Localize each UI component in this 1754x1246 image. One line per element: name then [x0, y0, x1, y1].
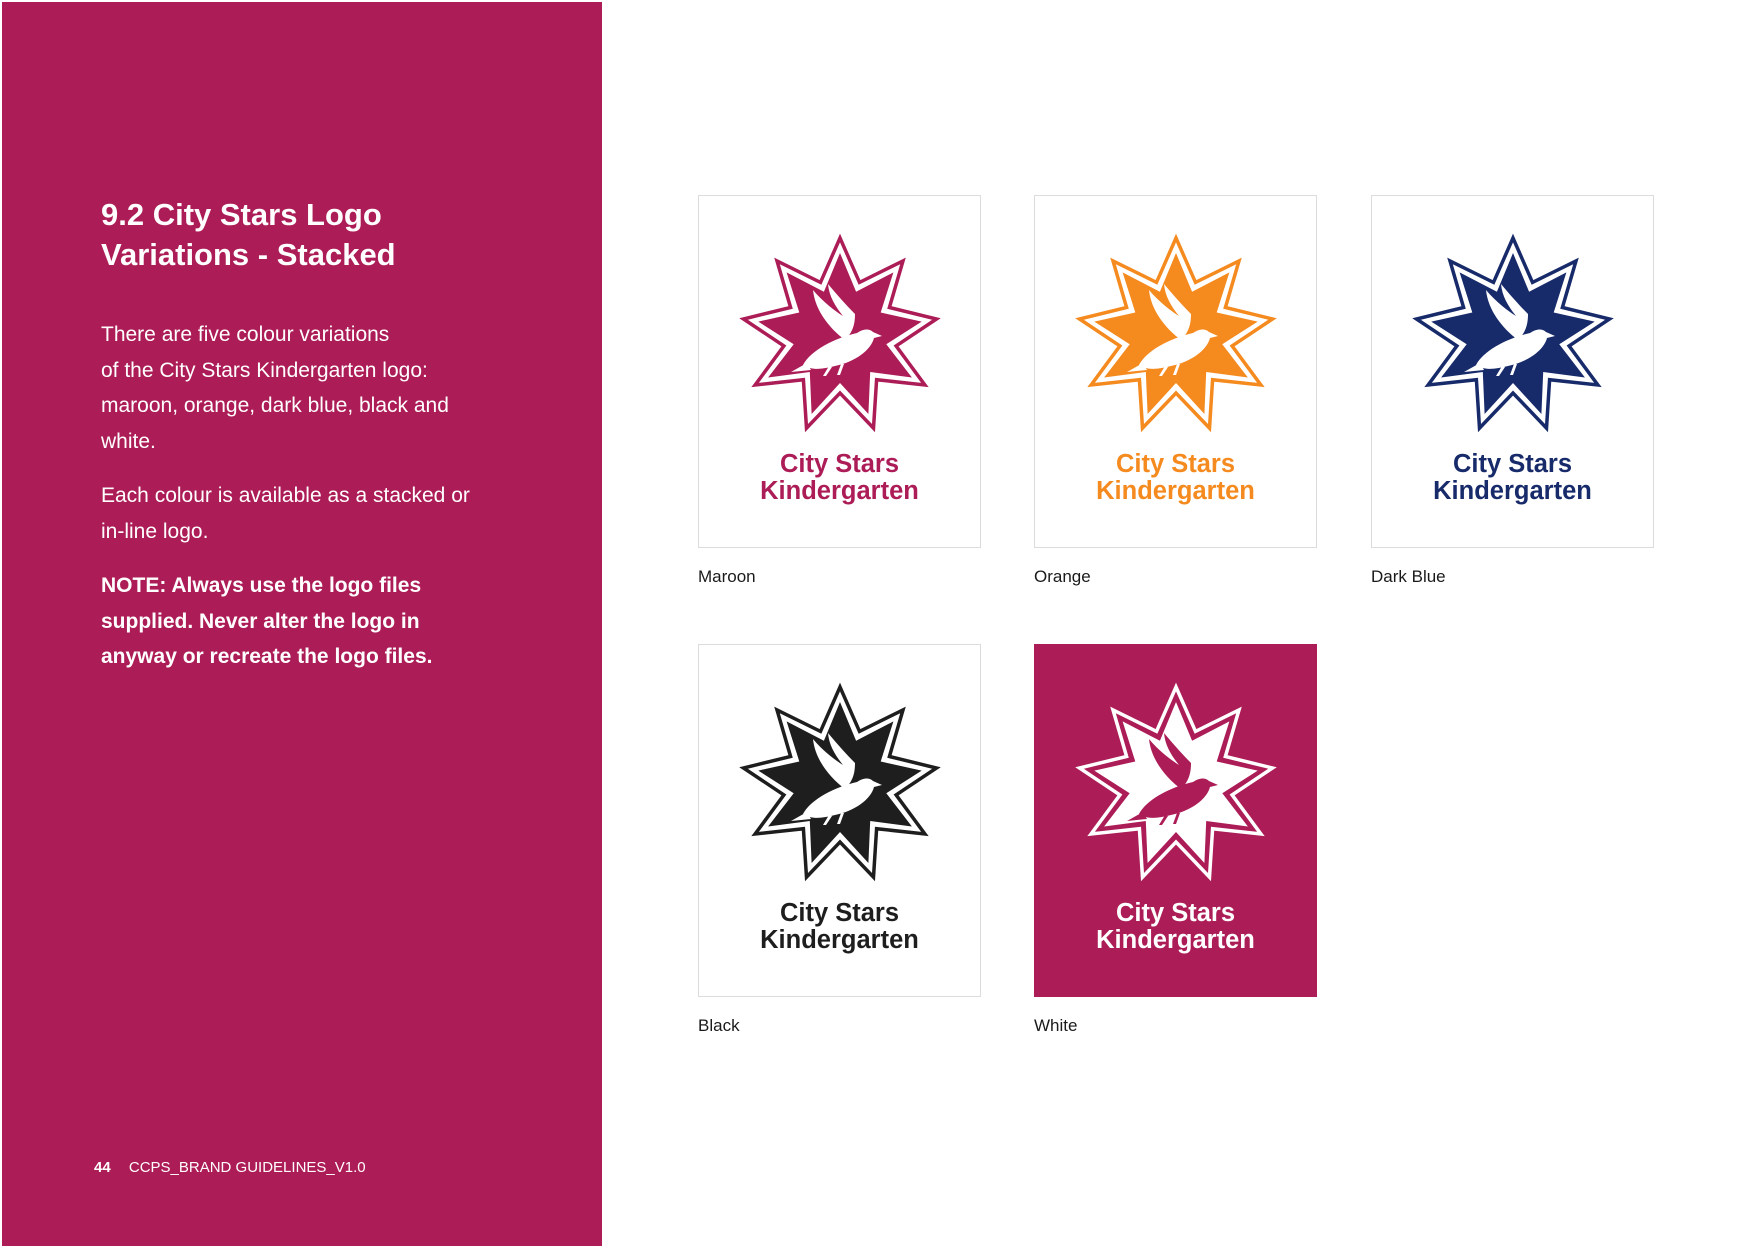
- star-dove-icon: [1412, 233, 1614, 433]
- variation-caption: Maroon: [698, 567, 756, 586]
- star-dove-icon: [739, 233, 941, 433]
- logo-name-line: City Stars: [779, 450, 900, 478]
- text-line: NOTE: Always use the logo files: [101, 574, 422, 597]
- text-line: anyway or recreate the logo files.: [101, 645, 433, 668]
- logo-name-line: Kindergarten: [1096, 477, 1255, 505]
- logo-name: City Stars Kindergarten: [1035, 900, 1316, 954]
- logo-card-maroon: City Stars Kindergarten: [698, 195, 981, 548]
- text-line: Each colour is available as a stacked or: [101, 484, 470, 507]
- page-title-line: 9.2 City Stars Logo: [101, 197, 382, 232]
- logo-card-black: City Stars Kindergarten: [698, 644, 981, 997]
- logo-name-line: Kindergarten: [1433, 477, 1592, 505]
- star-dove-icon: [1075, 682, 1277, 882]
- logo-card-white: City Stars Kindergarten: [1034, 644, 1317, 997]
- text-line: supplied. Never alter the logo in: [101, 609, 420, 633]
- logo-name-line: Kindergarten: [760, 477, 919, 505]
- document-name: CCPS_BRAND GUIDELINES_V1.0: [128, 1159, 366, 1176]
- variation-caption: Black: [698, 1016, 740, 1035]
- intro-paragraph: There are five colour variations of the …: [101, 317, 521, 459]
- page-title-line: Variations - Stacked: [101, 237, 396, 272]
- logo-card-orange: City Stars Kindergarten: [1034, 195, 1317, 548]
- text-line: There are five colour variations: [101, 323, 390, 346]
- note-paragraph: NOTE: Always use the logo files supplied…: [101, 568, 521, 675]
- variation-caption: Dark Blue: [1371, 567, 1446, 586]
- page-footer: 44 CCPS_BRAND GUIDELINES_V1.0: [94, 1159, 366, 1176]
- page-number: 44: [94, 1159, 111, 1176]
- text-line: white.: [101, 429, 156, 453]
- body-text: There are five colour variations of the …: [101, 317, 521, 694]
- page-title: 9.2 City Stars Logo Variations - Stacked: [101, 195, 541, 275]
- text-line: of the City Stars Kindergarten logo:: [101, 358, 428, 382]
- logo-name: City Stars Kindergarten: [1035, 451, 1316, 505]
- text-line: in-line logo.: [101, 519, 209, 543]
- text-line: maroon, orange, dark blue, black and: [101, 394, 449, 417]
- logo-name-line: Kindergarten: [760, 926, 919, 954]
- star-dove-icon: [1075, 233, 1277, 433]
- variation-caption: Orange: [1034, 567, 1091, 586]
- logo-name-line: City Stars: [779, 899, 900, 927]
- star-dove-icon: [739, 682, 941, 882]
- availability-paragraph: Each colour is available as a stacked or…: [101, 478, 521, 549]
- logo-name: City Stars Kindergarten: [699, 900, 980, 954]
- logo-name: City Stars Kindergarten: [1372, 451, 1653, 505]
- logo-name-line: City Stars: [1115, 450, 1236, 478]
- logo-name-line: Kindergarten: [1096, 926, 1255, 954]
- logo-name-line: City Stars: [1115, 899, 1236, 927]
- logo-card-dark-blue: City Stars Kindergarten: [1371, 195, 1654, 548]
- sidebar-panel: 9.2 City Stars Logo Variations - Stacked…: [2, 2, 602, 1246]
- logo-name: City Stars Kindergarten: [699, 451, 980, 505]
- variation-caption: White: [1034, 1016, 1078, 1035]
- logo-name-line: City Stars: [1452, 450, 1573, 478]
